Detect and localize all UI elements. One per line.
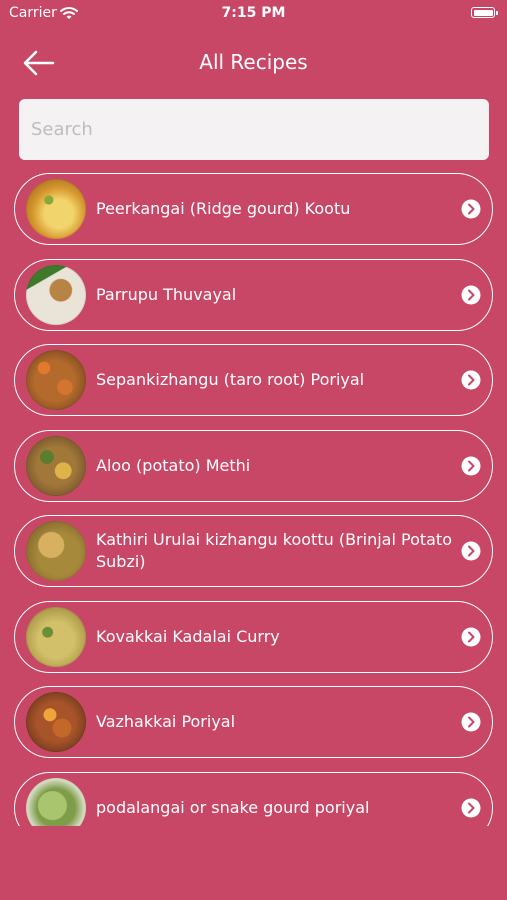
recipe-name: Parrupu Thuvayal	[96, 285, 237, 304]
recipe-item[interactable]: podalangai or snake gourd poriyal	[14, 772, 493, 826]
chevron-right-icon	[461, 199, 481, 219]
recipe-thumbnail	[26, 521, 86, 581]
recipe-name: Sepankizhangu (taro root) Poriyal	[96, 370, 365, 389]
recipe-thumbnail	[26, 179, 86, 239]
recipe-thumbnail	[26, 436, 86, 496]
search-bar	[19, 99, 489, 160]
chevron-right-icon	[461, 712, 481, 732]
chevron-right-icon	[461, 456, 481, 476]
recipe-name: Aloo (potato) Methi	[96, 456, 251, 475]
recipe-item[interactable]: Parrupu Thuvayal	[14, 259, 493, 331]
recipe-name: podalangai or snake gourd poriyal	[96, 798, 370, 817]
search-input[interactable]	[19, 99, 489, 160]
chevron-right-icon	[461, 627, 481, 647]
recipe-thumbnail	[26, 350, 86, 410]
battery-icon	[471, 7, 498, 18]
nav-bar: All Recipes	[0, 38, 507, 88]
recipe-thumbnail	[26, 778, 86, 826]
recipe-name: Peerkangai (Ridge gourd) Kootu	[96, 199, 351, 218]
chevron-right-icon	[461, 370, 481, 390]
status-bar: Carrier 7:15 PM	[0, 0, 507, 28]
recipe-thumbnail	[26, 607, 86, 667]
recipe-item[interactable]: Kathiri Urulai kizhangu koottu (Brinjal …	[14, 515, 493, 587]
page-title: All Recipes	[199, 50, 308, 74]
recipe-name: Kathiri Urulai kizhangu koottu (Brinjal …	[96, 530, 452, 571]
recipe-thumbnail	[26, 265, 86, 325]
recipe-item[interactable]: Vazhakkai Poriyal	[14, 686, 493, 758]
chevron-right-icon	[461, 541, 481, 561]
recipe-list-container[interactable]: Peerkangai (Ridge gourd) Kootu Parrupu T…	[0, 170, 507, 826]
recipe-item[interactable]: Peerkangai (Ridge gourd) Kootu	[14, 173, 493, 245]
chevron-right-icon	[461, 798, 481, 818]
recipe-item[interactable]: Aloo (potato) Methi	[14, 430, 493, 502]
chevron-right-icon	[461, 285, 481, 305]
recipe-item[interactable]: Sepankizhangu (taro root) Poriyal	[14, 344, 493, 416]
recipe-thumbnail	[26, 692, 86, 752]
recipe-name: Vazhakkai Poriyal	[96, 712, 236, 731]
status-time: 7:15 PM	[221, 5, 286, 21]
recipe-name: Kovakkai Kadalai Curry	[96, 627, 280, 646]
recipe-item[interactable]: Kovakkai Kadalai Curry	[14, 601, 493, 673]
